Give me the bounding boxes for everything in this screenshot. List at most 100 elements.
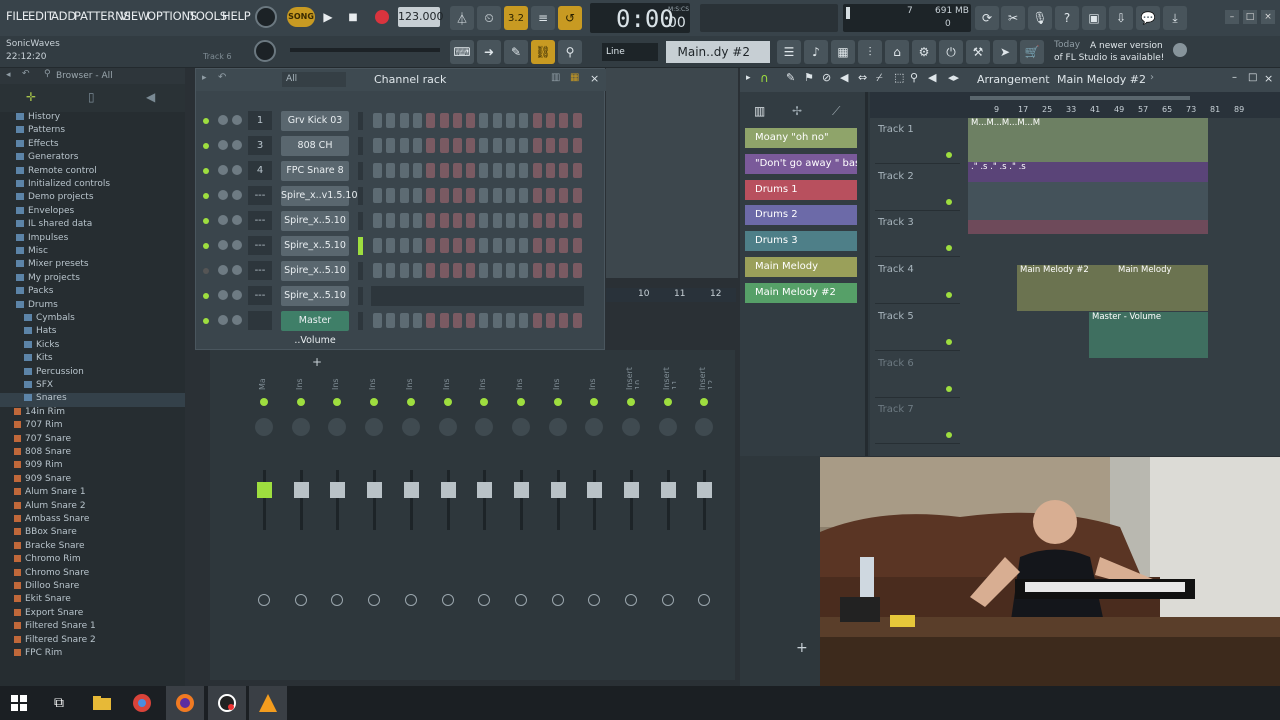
step-button[interactable] — [572, 313, 582, 328]
mixer-route-knob[interactable] — [331, 594, 344, 606]
step-button[interactable] — [532, 213, 542, 228]
step-button[interactable] — [412, 313, 422, 328]
channel-name-button[interactable]: Spire_x..5.10 #4 — [281, 261, 349, 296]
step-button[interactable] — [506, 213, 515, 228]
refresh-icon[interactable]: ⟳ — [975, 6, 999, 30]
mixer-insert-strip[interactable]: Ins — [287, 360, 317, 660]
channel-name-button[interactable]: Spire_x..5.10 #3 — [281, 236, 349, 271]
channel-volume-knob[interactable] — [218, 140, 228, 150]
save-icon[interactable]: ▣ — [1082, 6, 1106, 30]
arrow-right-icon[interactable]: › — [1150, 72, 1154, 83]
playlist-clip[interactable] — [968, 220, 1208, 234]
step-button[interactable] — [519, 263, 529, 278]
step-button[interactable] — [439, 188, 449, 203]
step-button[interactable] — [479, 263, 489, 278]
step-button[interactable] — [572, 188, 582, 203]
step-button[interactable] — [426, 138, 436, 153]
step-button[interactable] — [439, 313, 449, 328]
channel-name-button[interactable]: Spire_x..v1.5.10 — [281, 186, 358, 206]
help-icon[interactable]: ? — [1055, 6, 1079, 30]
render-icon[interactable]: ⇩ — [1109, 6, 1133, 30]
channel-volume-knob[interactable] — [218, 215, 228, 225]
browser-folder-item[interactable]: Remote control — [0, 166, 185, 180]
microphone-icon[interactable]: 🎙 — [1028, 6, 1052, 30]
snap-selector[interactable]: Line — [602, 43, 658, 61]
mixer-route-knob[interactable] — [698, 594, 711, 606]
plug-icon[interactable]: ⏻ — [939, 40, 963, 64]
playlist-icon[interactable]: ☰ — [777, 40, 801, 64]
step-button[interactable] — [399, 138, 409, 153]
browser-folder-item[interactable]: Drums — [0, 300, 185, 314]
step-button[interactable] — [373, 138, 382, 153]
add-icon[interactable]: + — [796, 640, 808, 656]
browser-folder-item[interactable]: Hats — [0, 326, 185, 340]
track-mute-led[interactable] — [946, 338, 952, 345]
channel-volume-knob[interactable] — [218, 190, 228, 200]
plugin-icon[interactable]: ⚙ — [912, 40, 936, 64]
step-button[interactable] — [386, 138, 396, 153]
browser-folder-item[interactable]: SFX — [0, 380, 185, 394]
automation-clip[interactable]: Master - Volume — [1089, 312, 1208, 358]
brush-icon[interactable]: ✎ — [504, 40, 528, 64]
pattern-list-item[interactable]: Main Melody — [745, 257, 857, 277]
menu-add[interactable]: ADD — [51, 9, 76, 23]
step-button[interactable] — [373, 313, 382, 328]
menu-edit[interactable]: EDIT — [28, 9, 54, 23]
channel-mixer-track[interactable]: 3 — [248, 136, 272, 155]
step-button[interactable] — [492, 213, 502, 228]
step-button[interactable] — [386, 313, 396, 328]
mixer-route-knob[interactable] — [368, 594, 381, 606]
play-icon[interactable]: ▶ — [318, 6, 338, 28]
paint-icon[interactable]: ⚑ — [804, 71, 814, 84]
mixer-mute-led[interactable] — [296, 398, 305, 406]
mixer-mute-led[interactable] — [406, 398, 415, 406]
channel-select-indicator[interactable] — [358, 287, 363, 305]
step-button[interactable] — [452, 188, 462, 203]
windows-start-icon[interactable] — [0, 686, 38, 720]
mixer-pan-knob[interactable] — [291, 418, 310, 436]
step-button[interactable] — [452, 238, 462, 253]
mixer-insert-strip[interactable]: Ins — [434, 360, 464, 660]
track-mute-led[interactable] — [946, 385, 952, 392]
playlist-ruler[interactable]: 9 17 25 33 41 49 57 65 73 81 89 — [870, 92, 1280, 118]
step-button[interactable] — [559, 113, 569, 128]
mixer-mute-led[interactable] — [260, 398, 268, 406]
channel-name-button[interactable]: FPC Snare 8 — [281, 161, 349, 181]
step-button[interactable] — [519, 113, 529, 128]
mixer-fader[interactable] — [660, 482, 676, 498]
track-mute-led[interactable] — [946, 198, 952, 205]
mute-icon[interactable]: ◀ — [840, 71, 848, 84]
step-button[interactable] — [559, 213, 569, 228]
channel-select-indicator[interactable] — [358, 187, 363, 205]
track-mute-led[interactable] — [946, 152, 952, 158]
step-button[interactable] — [373, 238, 382, 253]
track-header[interactable]: Track 3 — [875, 211, 960, 258]
browser-folder-item[interactable]: Snares — [0, 393, 185, 408]
pattern-list-item[interactable]: Drums 1 — [745, 179, 857, 200]
channel-volume-knob[interactable] — [218, 315, 228, 325]
channel-pan-knob[interactable] — [232, 140, 242, 150]
pattern-list-item[interactable]: Drums 2 — [745, 205, 857, 226]
channel-mute-led[interactable] — [203, 218, 209, 224]
mixer-route-knob[interactable] — [294, 594, 307, 606]
step-button[interactable] — [452, 113, 462, 128]
step-button[interactable] — [519, 163, 529, 178]
track-header[interactable]: Track 1 — [875, 118, 960, 164]
browser-file-item[interactable]: 808 Snare — [0, 447, 185, 461]
step-button[interactable] — [532, 238, 542, 253]
channel-mixer-track[interactable]: 1 — [248, 111, 272, 130]
fl-studio-icon[interactable] — [249, 686, 287, 720]
step-button[interactable] — [559, 313, 569, 328]
mixer-insert-strip[interactable]: Ins — [580, 360, 610, 660]
mixer-fader[interactable] — [513, 482, 529, 498]
step-button[interactable] — [412, 113, 422, 128]
step-button[interactable] — [492, 263, 502, 278]
browser-icon[interactable]: ⌂ — [885, 40, 909, 64]
close-icon[interactable]: × — [1264, 72, 1273, 85]
channel-mixer-track[interactable]: 4 — [248, 161, 272, 180]
browser-folder-item[interactable]: Misc — [0, 246, 185, 260]
step-button[interactable] — [572, 113, 582, 128]
mixer-insert-strip[interactable]: Insert 11 — [654, 360, 684, 660]
step-button[interactable] — [386, 213, 396, 228]
browser-folder-item[interactable]: Initialized controls — [0, 179, 185, 193]
